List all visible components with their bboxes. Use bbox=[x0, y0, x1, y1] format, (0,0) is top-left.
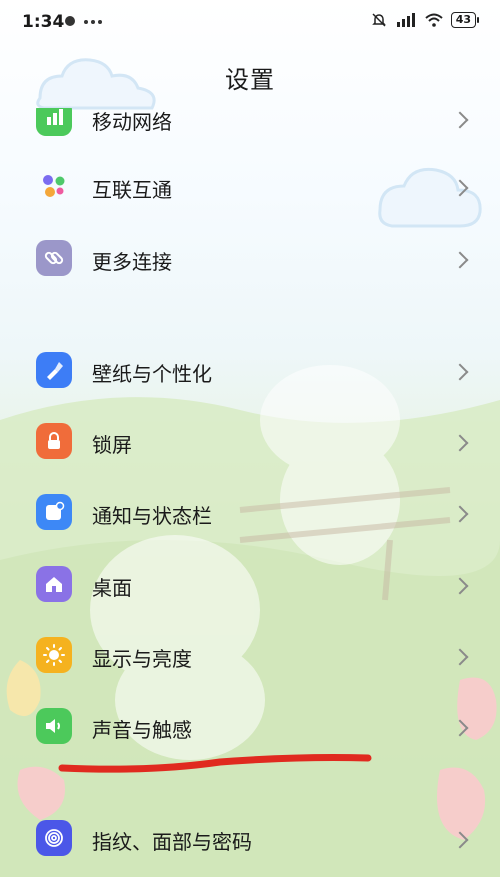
settings-item-desktop[interactable]: 桌面 bbox=[0, 548, 500, 620]
settings-item-label: 互联互通 bbox=[92, 178, 172, 202]
settings-item-interconnect[interactable]: 互联互通 bbox=[0, 150, 500, 222]
chevron-right-icon bbox=[451, 111, 469, 129]
status-icons: 43 bbox=[371, 12, 480, 28]
home-icon bbox=[36, 566, 72, 602]
settings-item-label: 壁纸与个性化 bbox=[92, 362, 212, 386]
signal-icon bbox=[396, 13, 415, 27]
wifi-icon bbox=[425, 13, 443, 27]
settings-item-display[interactable]: 显示与亮度 bbox=[0, 619, 500, 691]
mute-bell-icon bbox=[371, 13, 386, 27]
settings-item-more-connections[interactable]: 更多连接 bbox=[0, 222, 500, 294]
speaker-icon bbox=[36, 708, 72, 744]
settings-item-label: 移动网络 bbox=[92, 110, 172, 134]
settings-item-label: 通知与状态栏 bbox=[92, 504, 212, 528]
interconnect-icon bbox=[36, 168, 72, 204]
notification-icon bbox=[36, 494, 72, 530]
settings-item-notifications[interactable]: 通知与状态栏 bbox=[0, 476, 500, 548]
page-title: 设置 bbox=[225, 66, 275, 94]
notification-overflow-icon bbox=[64, 14, 104, 32]
settings-list: 移动网络 互联互通 更多连接 壁纸与个性化 锁屏 通知与状态栏 桌面 显示与亮度… bbox=[0, 108, 500, 877]
settings-item-wallpaper[interactable]: 壁纸与个性化 bbox=[0, 334, 500, 406]
settings-item-label: 指纹、面部与密码 bbox=[92, 830, 252, 854]
status-time: 1:34 bbox=[22, 12, 65, 32]
settings-item-mobile-network[interactable]: 移动网络 bbox=[0, 108, 500, 154]
chevron-right-icon bbox=[451, 577, 469, 595]
settings-item-label: 更多连接 bbox=[92, 250, 172, 274]
chevron-right-icon bbox=[451, 179, 469, 197]
brush-icon bbox=[36, 352, 72, 388]
chevron-right-icon bbox=[451, 363, 469, 381]
settings-item-label: 桌面 bbox=[92, 576, 132, 600]
fingerprint-icon bbox=[36, 820, 72, 856]
chevron-right-icon bbox=[451, 251, 469, 269]
chevron-right-icon bbox=[451, 434, 469, 452]
settings-item-lock-screen[interactable]: 锁屏 bbox=[0, 405, 500, 477]
settings-item-fingerprint[interactable]: 指纹、面部与密码 bbox=[0, 802, 500, 874]
link-icon bbox=[36, 240, 72, 276]
settings-item-sound[interactable]: 声音与触感 bbox=[0, 690, 500, 762]
chevron-right-icon bbox=[451, 719, 469, 737]
chevron-right-icon bbox=[451, 831, 469, 849]
status-bar: 1:34 43 bbox=[0, 0, 500, 46]
sun-icon bbox=[36, 637, 72, 673]
settings-item-label: 锁屏 bbox=[92, 433, 132, 457]
settings-item-label: 显示与亮度 bbox=[92, 647, 192, 671]
lock-icon bbox=[36, 423, 72, 459]
chevron-right-icon bbox=[451, 505, 469, 523]
battery-indicator: 43 bbox=[450, 12, 480, 28]
settings-item-label: 声音与触感 bbox=[92, 718, 192, 742]
chevron-right-icon bbox=[451, 648, 469, 666]
cellular-icon bbox=[36, 108, 72, 136]
